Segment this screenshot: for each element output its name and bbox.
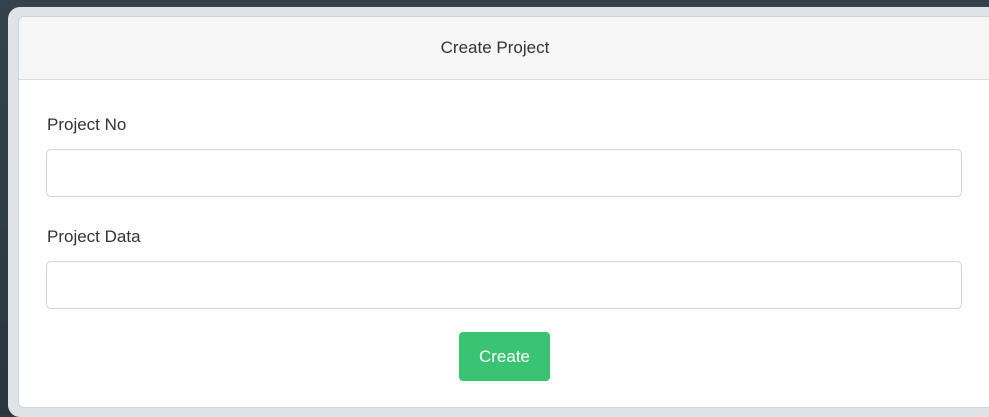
create-button[interactable]: Create [459, 332, 550, 381]
project-data-label: Project Data [47, 227, 141, 246]
card-header: Create Project [19, 17, 989, 80]
project-data-input[interactable] [46, 261, 962, 309]
project-no-input[interactable] [46, 149, 962, 197]
project-no-label: Project No [47, 115, 127, 134]
dialog-title: Create Project [440, 38, 550, 57]
create-project-card: Create Project Project No Project Data C… [18, 16, 989, 408]
